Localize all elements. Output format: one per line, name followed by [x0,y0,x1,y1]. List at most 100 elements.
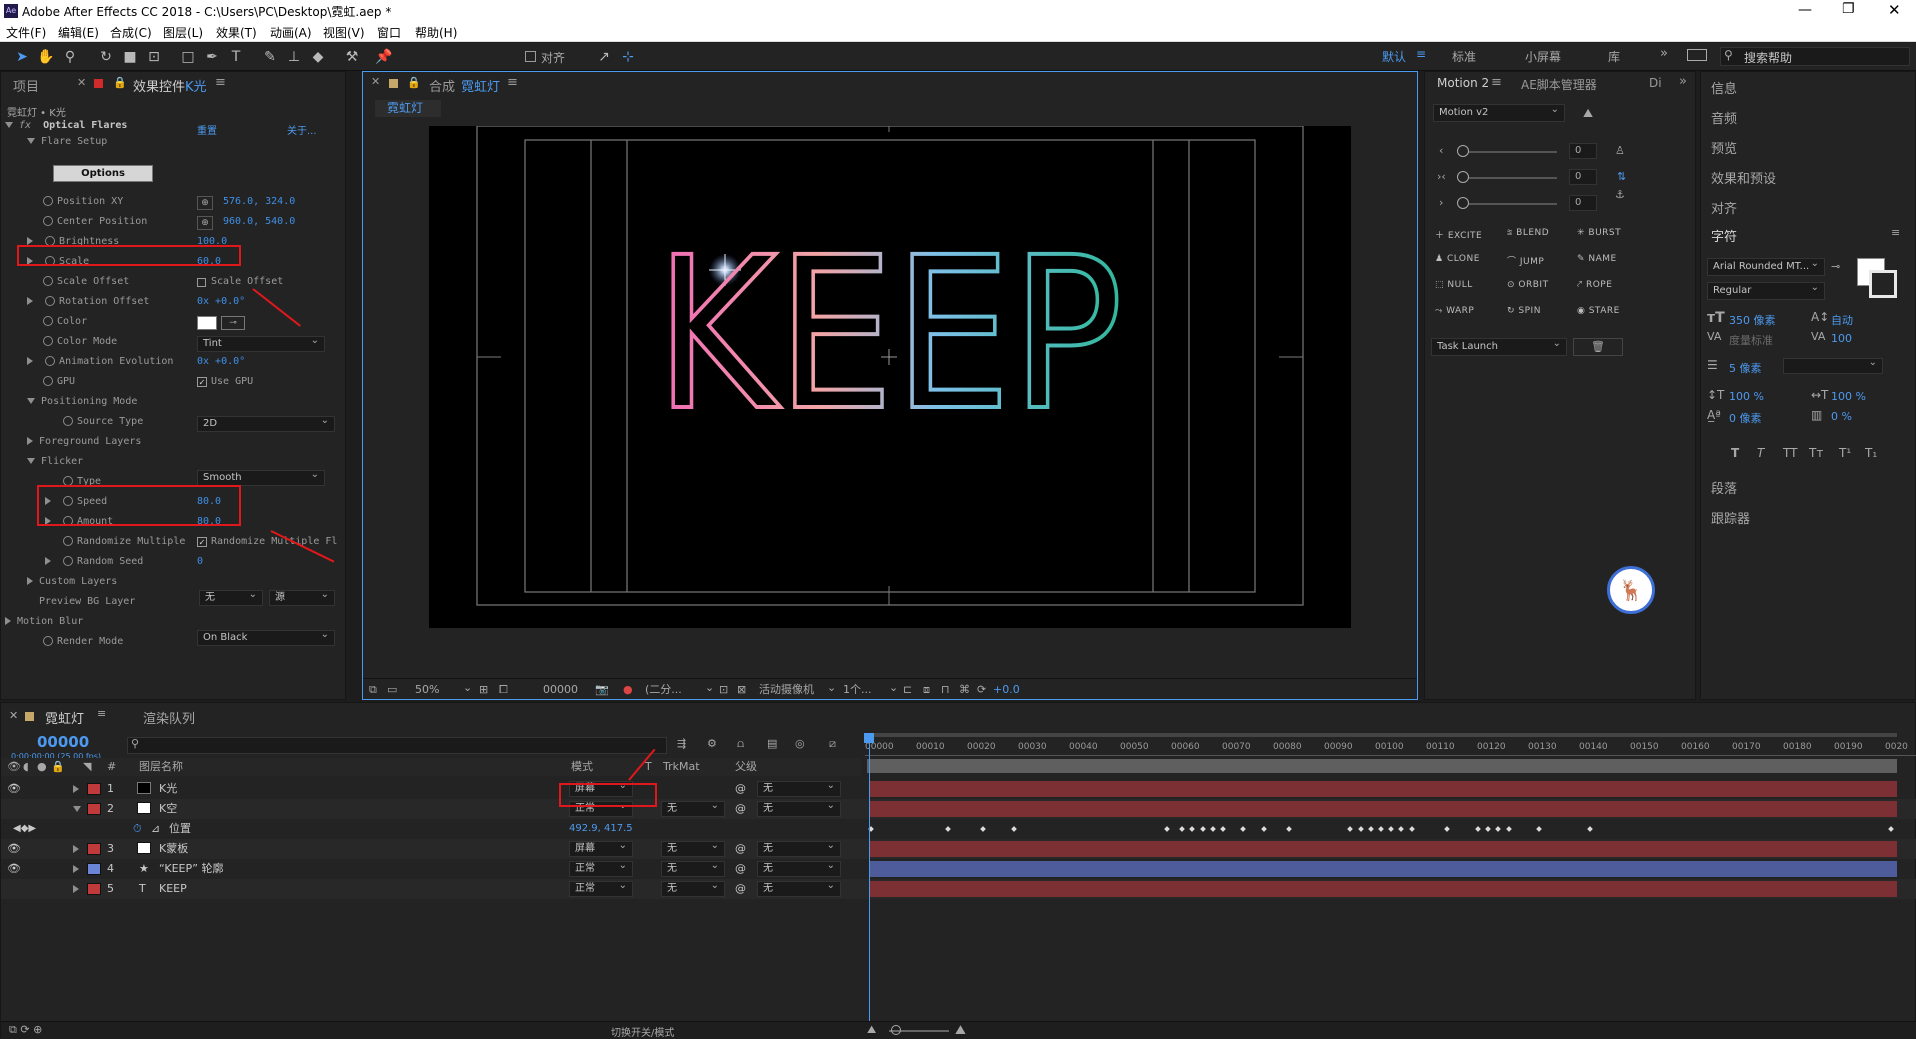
effect-reset-link[interactable]: 重置 [197,122,217,137]
clone-button[interactable]: ♟ CLONE [1435,254,1480,264]
prop-motion-blur[interactable]: Motion Blur [5,612,83,632]
workspace-default[interactable]: 默认 [1382,48,1406,65]
panel-menu-icon[interactable]: ≡ [507,75,518,90]
faux-italic-button[interactable]: T [1757,446,1764,460]
keyframe[interactable] [1444,826,1451,832]
name-button[interactable]: ✎ NAME [1577,254,1617,264]
menu-window[interactable]: 窗口 [377,24,401,41]
trkmat-header[interactable]: TrkMat [663,758,700,776]
layer-name[interactable]: K蒙板 [159,839,188,859]
toggle-pixel-aspect-icon[interactable]: ⊏ [903,679,912,700]
horizontal-scale-value[interactable]: 100 % [1831,390,1866,403]
close-icon[interactable]: ✕ [1888,1,1901,19]
property-name[interactable]: 位置 [169,819,191,839]
roto-brush-tool-icon[interactable]: ⚒ [342,47,362,67]
panel-more-icon[interactable]: » [1679,74,1687,89]
panel-effects-presets[interactable]: 效果和预设 [1711,168,1776,187]
swap-icon[interactable]: ⇅ [1617,170,1626,183]
stopwatch-icon[interactable]: ⏱ [133,819,142,839]
zoom-in-icon[interactable]: ⛰ [955,1023,966,1038]
all-caps-button[interactable]: TT [1783,446,1797,460]
pick-whip-icon[interactable]: @ [735,859,746,879]
render-mode-dropdown[interactable]: On Black [197,628,335,646]
source-type-dropdown[interactable]: 2D [197,414,335,432]
fast-preview-icon[interactable]: ⧈ [923,679,930,700]
motion-preset-dropdown[interactable]: Motion v2 [1433,102,1565,122]
rope-button[interactable]: ⤤ ROPE [1577,280,1612,290]
clone-stamp-tool-icon[interactable]: ⊥ [284,47,304,67]
keyframe[interactable] [1536,826,1542,832]
tab-motion2[interactable]: Motion 2 [1437,76,1489,90]
panel-menu-icon[interactable]: ≡ [97,707,106,720]
menu-edit[interactable]: 编辑(E) [58,24,99,41]
eraser-tool-icon[interactable]: ◆ [308,47,328,67]
layer-name[interactable]: K光 [159,779,177,799]
camera-tool-icon[interactable]: ■ [120,47,140,67]
prop-custom-layers[interactable]: Custom Layers [27,572,117,592]
tab-ae-script-manager[interactable]: AE脚本管理器 [1521,76,1597,93]
layer-row-5[interactable]: 5 T KEEP 正常 无 @ 无 [1,879,1916,899]
label-color-swatch[interactable] [87,863,101,875]
trkmat-dropdown[interactable]: 无 [661,879,725,897]
effect-about-link[interactable]: 关于... [287,122,317,137]
slider-value-field[interactable]: 0 [1569,195,1597,211]
position-xy-value[interactable]: 576.0, 324.0 [223,192,295,212]
superscript-button[interactable]: T¹ [1839,446,1851,460]
roi-icon[interactable]: ⊡ [719,679,728,700]
layer-name[interactable]: “KEEP” 轮廓 [159,859,224,879]
close-icon[interactable]: ✕ [77,76,86,89]
keyframe[interactable] [1587,826,1593,832]
snap-grid-icon[interactable]: ⊹ [618,47,638,67]
time-ruler[interactable]: 00000 00010 00020 00030 00040 00050 00060 00070… [865,736,1916,756]
vertical-scale-value[interactable]: 100 % [1729,390,1764,403]
keyframe[interactable] [1010,826,1017,832]
always-preview-icon[interactable]: ⧉ [369,679,377,700]
property-row-position[interactable]: ◀◆▶ ⏱ ⊿ 位置 492.9, 417.5 [1,819,1916,839]
tsume-value[interactable]: 0 % [1831,410,1852,423]
selection-tool-icon[interactable]: ➤ [12,47,32,67]
grid-icon[interactable]: ⊞ [479,679,488,700]
slider-track[interactable] [1461,151,1557,153]
rectangle-tool-icon[interactable]: □ [178,47,198,67]
scale-offset-checkbox[interactable] [197,278,206,287]
blend-mode-dropdown[interactable]: 正常 [569,879,633,897]
camera-icon[interactable]: 📷 [595,679,609,700]
panel-menu-icon[interactable]: ≡ [1491,75,1502,90]
animation-evolution-value[interactable]: 0x +0.0° [197,352,245,372]
stroke-width-value[interactable]: 5 像素 [1729,360,1762,376]
faux-bold-button[interactable]: T [1731,446,1739,460]
parent-dropdown[interactable]: 无 [757,839,841,857]
expand-icon[interactable] [73,879,79,899]
type-tool-icon[interactable]: T [226,47,246,67]
mask-icon[interactable]: ⧠ [499,679,508,700]
workspace-small-screen[interactable]: 小屏幕 [1525,48,1561,65]
small-caps-button[interactable]: Tт [1809,446,1823,460]
current-time-field[interactable]: 00000 [543,679,578,700]
center-position-crosshair-icon[interactable]: ⊕ [197,216,213,230]
both-arrow-icon[interactable]: ›‹ [1437,170,1446,183]
menu-animation[interactable]: 动画(A) [270,24,312,41]
parent-header[interactable]: 父级 [735,758,757,776]
color-channel-icon[interactable]: ● [623,679,633,700]
flicker-type-dropdown[interactable]: Smooth [197,468,325,486]
motion-blur-icon[interactable]: ◎ [795,737,805,750]
workspace-menu-icon[interactable]: ≡ [1416,47,1426,61]
mountain-graph-icon[interactable]: ⛰ [1583,106,1593,121]
keyframe[interactable] [1485,826,1491,832]
layer-row-3[interactable]: 👁 3 K蒙板 屏幕 无 @ 无 [1,839,1916,859]
layer-name[interactable]: KEEP [159,879,187,899]
keyframe[interactable] [1398,826,1405,832]
rotation-offset-value[interactable]: 0x +0.0° [197,292,245,312]
stroke-color-swatch[interactable] [1869,270,1897,298]
comp-name-tag[interactable]: 霓虹灯 [375,100,441,117]
options-button[interactable]: Options [53,165,153,182]
slider-handle[interactable] [1457,145,1469,157]
gpu-checkbox[interactable]: ✓ [197,377,207,387]
randomize-checkbox[interactable]: ✓ [197,537,207,547]
transparency-grid-icon[interactable]: ⊠ [737,679,746,700]
draft-3d-icon[interactable]: ⚙ [707,737,717,750]
align-checkbox[interactable] [525,51,536,62]
label-color-swatch[interactable] [87,843,101,855]
playhead-line[interactable] [869,733,870,1023]
panel-preview[interactable]: 预览 [1711,138,1737,157]
